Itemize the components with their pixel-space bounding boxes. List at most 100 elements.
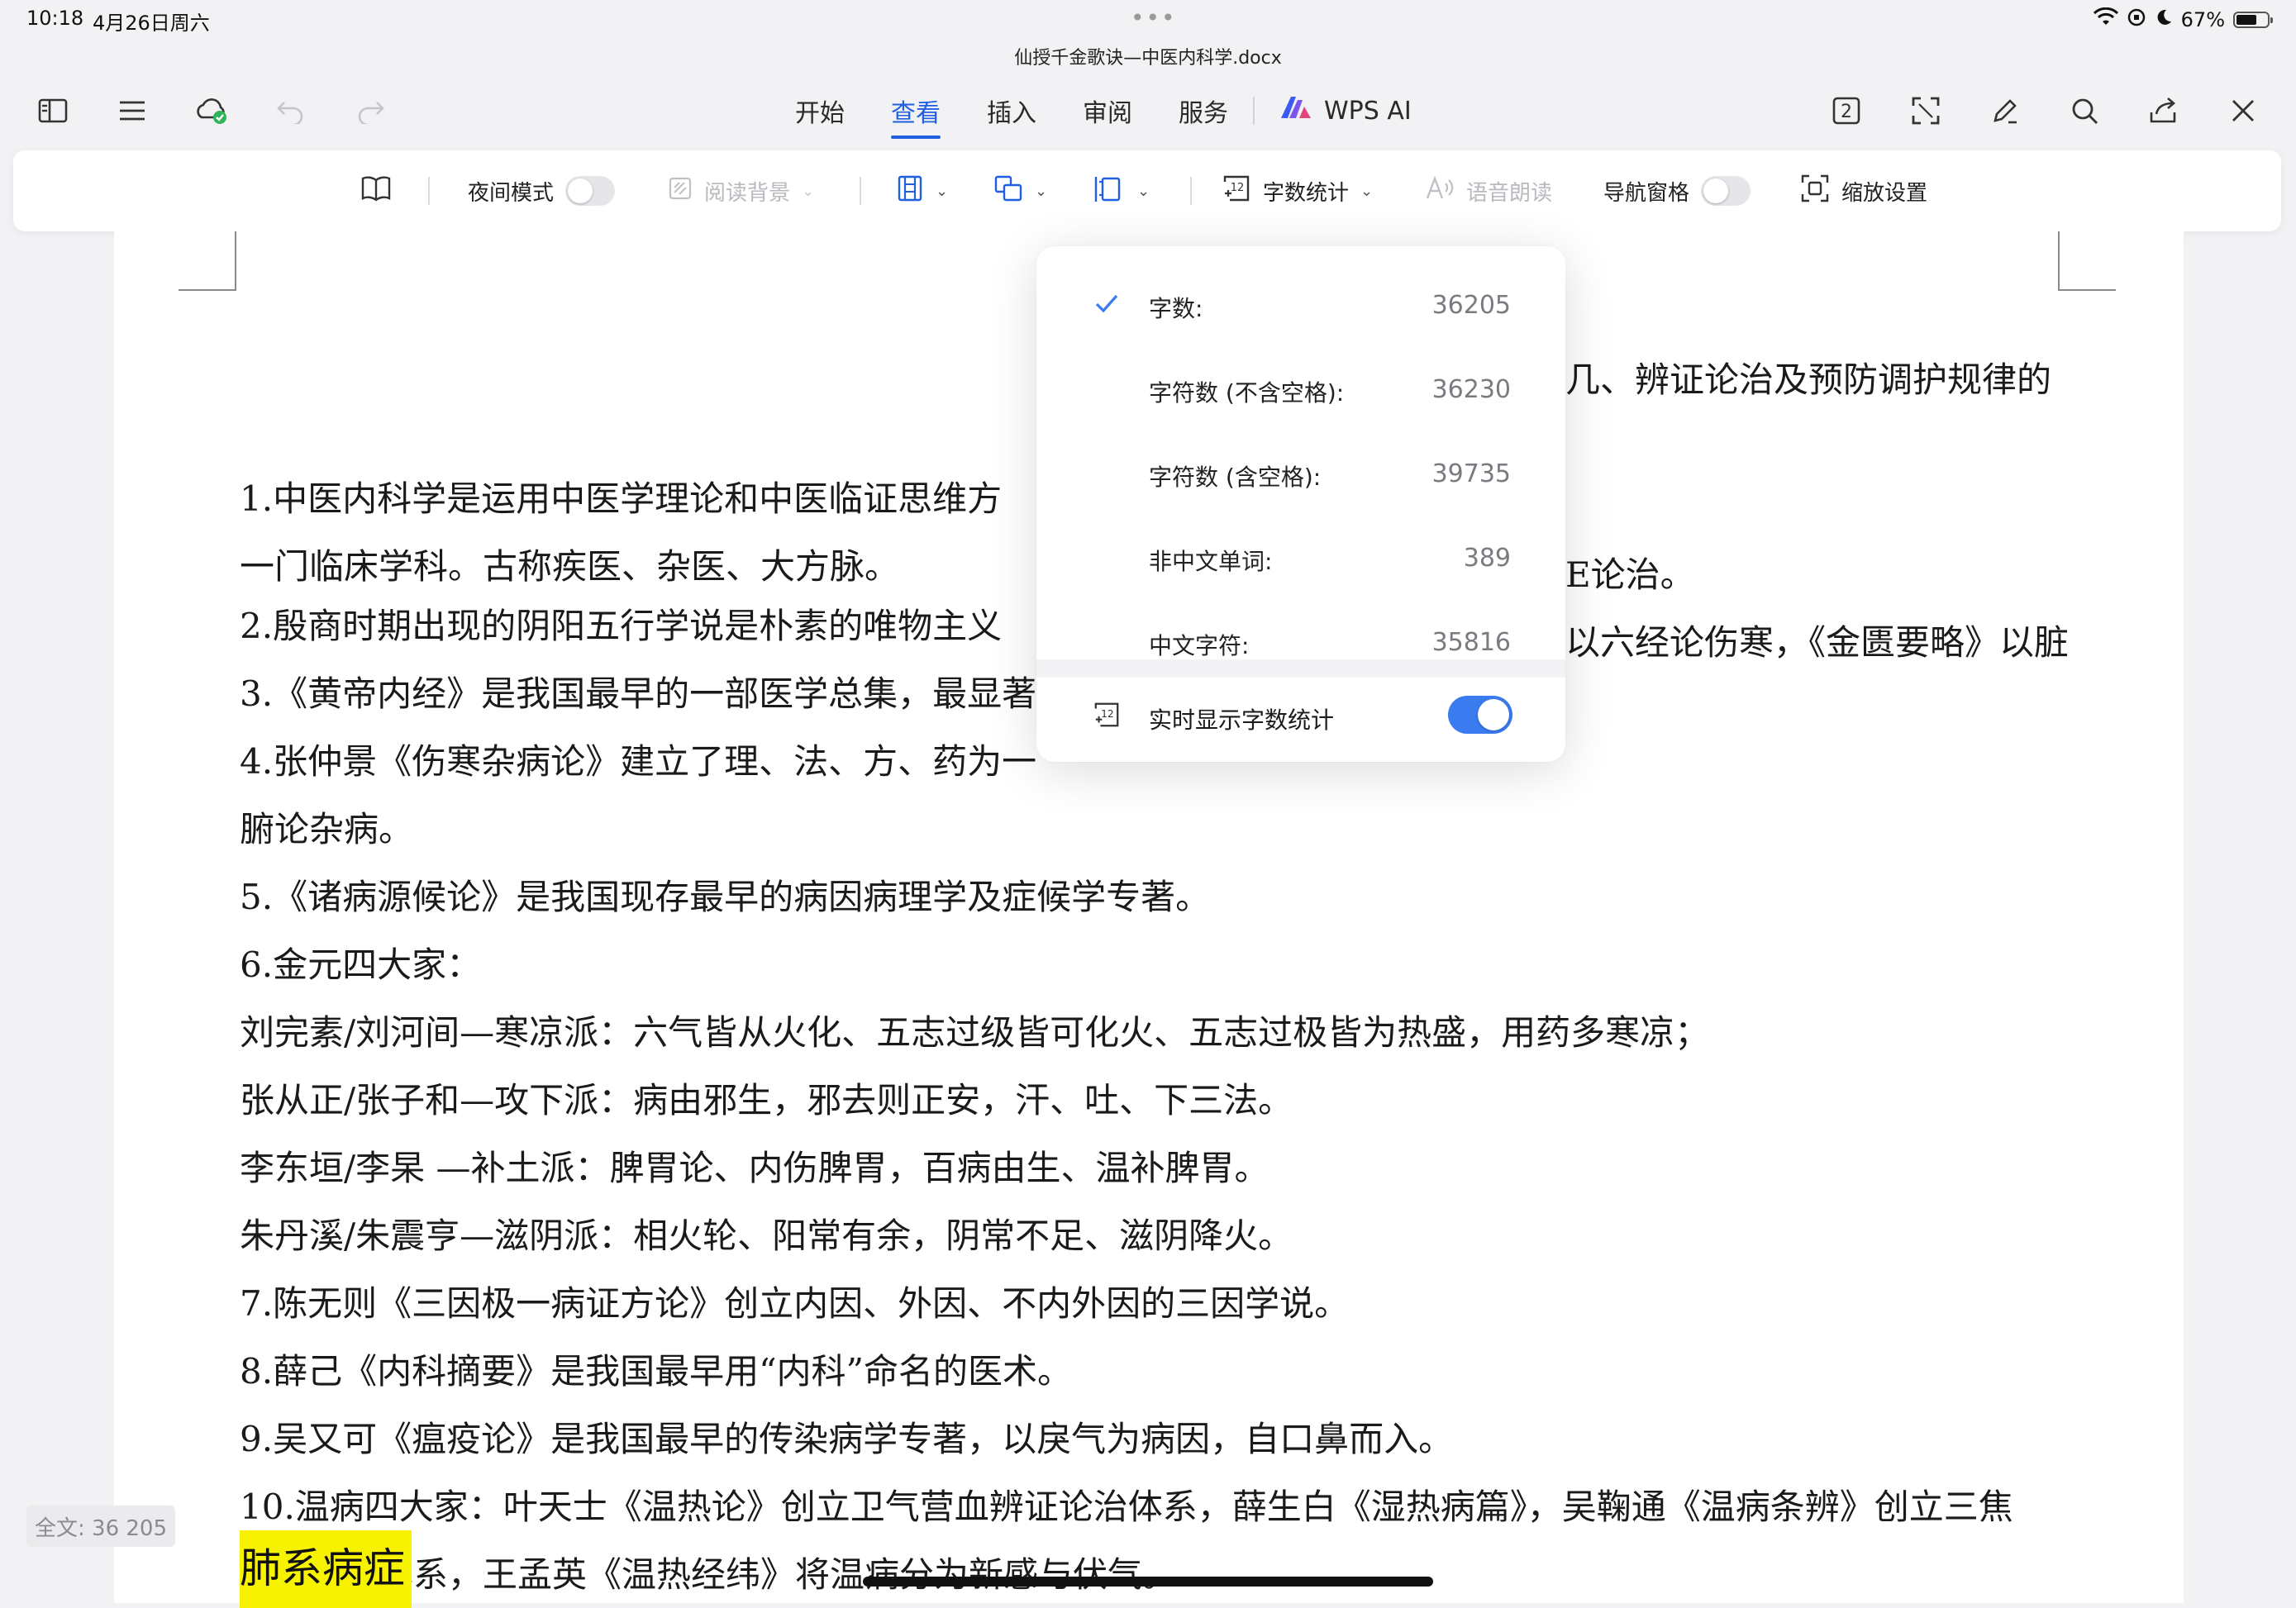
paragraph-line: 2.殷商时期出现的阴阳五行学说是朴素的唯物主义 [240, 606, 1003, 646]
chinese-chars-label: 中文字符: [1149, 632, 1250, 659]
chevron-down-icon: ⌄ [802, 182, 815, 200]
menu-icon[interactable] [112, 91, 152, 131]
ribbon-divider [428, 177, 430, 205]
main-tabs: 开始 查看 插入 审阅 服务 WPS AI [795, 86, 1412, 139]
popup-divider [1036, 659, 1565, 678]
status-date: 4月26日周六 [93, 12, 210, 35]
battery-percent: 67% [2180, 8, 2225, 31]
tab-divider [1253, 97, 1255, 125]
top-toolbar: 开始 查看 插入 审阅 服务 WPS AI 2 [0, 81, 2296, 139]
zoom-settings-label: 缩放设置 [1841, 180, 1928, 206]
moon-icon [2155, 8, 2173, 31]
share-icon[interactable] [2144, 91, 2184, 131]
cloud-sync-icon[interactable] [192, 91, 231, 131]
word-count-row[interactable]: 字数: 36205 [1036, 271, 1565, 337]
read-aloud-label: 语音朗读 [1466, 180, 1553, 206]
chevron-down-icon: ⌄ [936, 182, 949, 200]
page-count-button[interactable]: 2 [1827, 91, 1866, 131]
paragraph-line: 1.中医内科学是运用中医学理论和中医临证思维方 [240, 478, 1003, 519]
page-flip-icon [1093, 174, 1126, 209]
char-count-with-spaces-value: 39735 [1431, 459, 1511, 488]
paragraph-line: 9.吴又可《瘟疫论》是我国最早的传染病学专著，以戾气为病因，自口鼻而入。 [240, 1419, 1454, 1459]
paragraph-line: 腑论杂病。 [240, 809, 414, 849]
read-aloud-button[interactable]: 语音朗读 [1425, 150, 1552, 231]
reading-background-icon [668, 176, 693, 207]
read-aloud-icon [1425, 175, 1455, 207]
search-icon[interactable] [2065, 91, 2104, 131]
paragraph-line: 10.温病四大家：叶天士《温热论》创立卫气营血辨证论治体系，薛生白《湿热病篇》，… [240, 1487, 2013, 1527]
status-time: 10:18 [26, 7, 84, 30]
page-flip-button[interactable]: ⌄ [1093, 150, 1150, 231]
chevron-down-icon: ⌄ [1035, 182, 1048, 200]
page-layout-icon [896, 174, 924, 208]
night-mode-label: 夜间模式 [468, 180, 555, 206]
margin-corner-top-right [2058, 231, 2116, 291]
window-button[interactable]: ⌄ [993, 150, 1047, 231]
word-count-button[interactable]: 12 字数统计 ⌄ [1222, 150, 1373, 231]
tab-review[interactable]: 审阅 [1083, 93, 1132, 129]
tab-view[interactable]: 查看 [891, 93, 941, 139]
paragraph-line: 6.金元四大家： [240, 944, 482, 985]
night-mode-control[interactable]: 夜间模式 [468, 150, 616, 231]
paragraph-line: 张从正/张子和—攻下派：病由邪生，邪去则正安，汗、吐、下三法。 [240, 1080, 1293, 1120]
wps-ai-icon [1279, 95, 1312, 126]
navigation-pane-label: 导航窗格 [1603, 180, 1690, 206]
non-chinese-words-row[interactable]: 非中文单词: 389 [1036, 524, 1565, 590]
zoom-settings-button[interactable]: 缩放设置 [1800, 150, 1927, 231]
word-count-icon-digits: 12 [1231, 182, 1245, 194]
navigation-pane-control[interactable]: 导航窗格 [1603, 150, 1751, 231]
open-book-icon [360, 175, 392, 207]
word-count-value: 36205 [1431, 291, 1511, 320]
margin-corner-top-left [179, 231, 236, 291]
char-count-with-spaces-label: 字符数 (含空格): [1149, 464, 1322, 491]
page-count-badge: 2 [1841, 102, 1852, 122]
paragraph-line: 3.《黄帝内经》是我国最早的一部医学总集，最显著 [240, 673, 1037, 714]
reading-background-label: 阅读背景 [704, 180, 791, 206]
sidebar-icon[interactable] [33, 91, 73, 131]
undo-icon[interactable] [271, 91, 311, 131]
live-word-count-icon-digits: 12 [1101, 708, 1114, 720]
paragraph-line: 5.《诸病源候论》是我国现存最早的病因病理学及症候学专著。 [240, 877, 1211, 917]
tab-insert[interactable]: 插入 [987, 93, 1036, 129]
paragraph-line: 8.薛己《内科摘要》是我国最早用“内科”命名的医术。 [240, 1351, 1073, 1392]
tab-start[interactable]: 开始 [795, 93, 845, 129]
paragraph-line: 刘完素/刘河间—寒凉派：六气皆从火化、五志过级皆可化火、五志过极皆为热盛，用药多… [240, 1012, 1710, 1053]
reading-background-button[interactable]: 阅读背景 ⌄ [668, 150, 814, 231]
navigation-pane-toggle[interactable] [1701, 176, 1751, 206]
ribbon-divider [1190, 177, 1192, 205]
window-icon [993, 174, 1023, 208]
non-chinese-words-value: 389 [1463, 544, 1511, 573]
home-indicator[interactable] [863, 1577, 1433, 1587]
layout-button[interactable]: ⌄ [896, 150, 948, 231]
word-count-popup: 字数: 36205 字符数 (不含空格): 36230 字符数 (含空格): 3… [1036, 246, 1565, 762]
paragraph-line-fragment: E论治。 [1565, 554, 1695, 595]
char-count-no-spaces-label: 字符数 (不含空格): [1149, 379, 1345, 407]
paragraph-line: 7.陈无则《三因极一病证方论》创立内因、外因、不内外因的三因学说。 [240, 1283, 1350, 1324]
status-right: 67% [2093, 5, 2273, 35]
non-chinese-words-label: 非中文单词: [1149, 548, 1273, 575]
chevron-down-icon: ⌄ [1137, 182, 1150, 200]
paragraph-line: 朱丹溪/朱震亨—滋阴派：相火轮、阳常有余，阴常不足、滋阴降火。 [240, 1216, 1293, 1256]
tab-services[interactable]: 服务 [1179, 93, 1228, 129]
pen-icon[interactable] [1985, 91, 2025, 131]
battery-icon [2233, 12, 2273, 28]
paragraph-line: 4.张仲景《伤寒杂病论》建立了理、法、方、药为一 [240, 741, 1037, 782]
close-icon[interactable] [2223, 91, 2263, 131]
char-count-no-spaces-row[interactable]: 字符数 (不含空格): 36230 [1036, 355, 1565, 421]
live-word-count-toggle[interactable] [1448, 696, 1512, 734]
paragraph-line-fragment: 以六经论伤寒，《金匮要略》以脏 [1565, 622, 2070, 663]
status-bar: 10:18 4月26日周六 ••• 67% [0, 0, 2296, 40]
night-mode-toggle[interactable] [565, 176, 616, 206]
paragraph-line-fragment: 几、辨证论治及预防调护规律的 [1565, 359, 2052, 400]
book-view-button[interactable] [360, 150, 392, 231]
word-count-icon: 12 [1093, 701, 1121, 735]
redo-icon[interactable] [350, 91, 390, 131]
multitasking-dots[interactable]: ••• [1131, 7, 1177, 30]
wps-ai-button[interactable]: WPS AI [1279, 95, 1412, 126]
fullscreen-icon[interactable] [1906, 91, 1946, 131]
zoom-settings-icon [1800, 174, 1830, 209]
live-word-count-label: 实时显示字数统计 [1149, 706, 1335, 734]
char-count-with-spaces-row[interactable]: 字符数 (含空格): 39735 [1036, 440, 1565, 506]
live-word-count-row: 12 实时显示字数统计 [1036, 687, 1565, 745]
checkmark-icon [1093, 289, 1121, 323]
